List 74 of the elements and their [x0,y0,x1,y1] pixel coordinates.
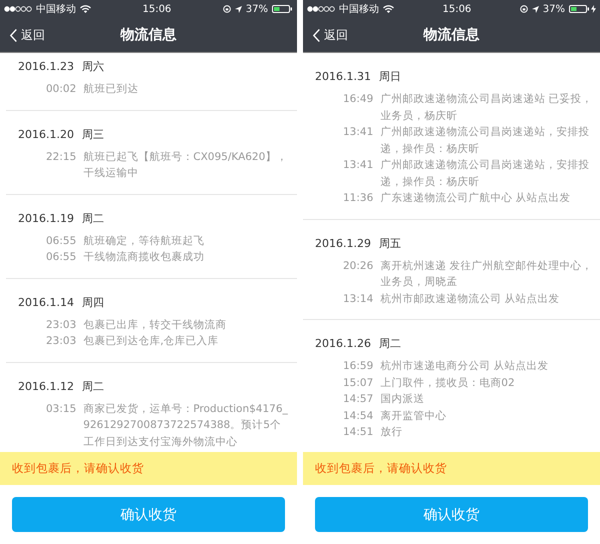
event-description: 广州邮政速递物流公司昌岗速递站，安排投递，操作员：杨庆昕 [380,125,590,156]
event-time: 13:14 [343,292,374,306]
event-description: 包裹已出库，转交干线物流商 [83,318,228,332]
weekday-label: 周五 [378,236,401,252]
event-description: 航班确定，等待航班起飞 [83,234,206,248]
event-description: 航班已到达 [83,82,140,97]
event-time: 13:41 [343,158,374,173]
event-time: 03:15 [46,402,76,416]
weekday-label: 周二 [378,336,401,352]
weekday-label: 周六 [82,59,104,75]
wifi-icon [383,5,394,13]
event-time: 23:03 [46,334,76,349]
battery-percent: 37% [542,4,565,14]
event-time: 16:59 [343,359,374,374]
event-time: 22:15 [46,150,76,164]
event-description: 上门取件，揽收员：电商02 [380,376,516,390]
weekday-label: 周二 [82,378,104,394]
back-button[interactable]: 返回 [313,26,348,44]
event-description: 广州邮政速递物流公司昌岗速递站 已妥投，业务员，杨庆昕 [380,92,594,124]
back-button[interactable]: 返回 [10,26,45,44]
event-description: 离开杭州速递 发往广州航空邮件处理中心，业务员，周晓孟 [380,258,594,290]
date-label: 2016.1.29 [315,236,371,252]
event-description: 国内派送 [380,392,426,407]
signal-icon [4,6,32,12]
weekday-label: 周二 [82,210,104,226]
date-label: 2016.1.23 [18,59,74,75]
weekday-label: 周日 [378,69,401,85]
event-description: 包裹已到达仓库,仓库已入库 [83,334,220,349]
page-title: 物流信息 [424,26,480,44]
rotation-lock-icon [222,5,231,13]
notice-banner: 收到包裹后，请确认收货 [0,452,297,485]
chevron-left-icon [313,28,320,42]
battery-percent: 37% [246,4,268,14]
carrier-name: 中国移动 [339,2,379,16]
event-time: 23:03 [46,318,76,332]
event-time: 14:57 [343,392,374,407]
event-description: 杭州市邮政速递物流公司 从站点出发 [380,292,561,306]
location-arrow-icon [532,6,539,12]
wifi-icon [80,5,91,13]
date-label: 2016.1.31 [315,69,371,85]
event-description: 干线物流商揽收包裹成功 [83,250,206,265]
event-time: 15:07 [343,376,374,390]
event-description: 商家已发货，运单号：Production$4176_9261292700873722574388。预计5个工作日到达支付宝海外物流中心 [83,402,289,450]
event-time: 00:02 [46,82,76,97]
carrier-name: 中国移动 [36,2,76,16]
event-description: 离开监管中心 [380,408,448,424]
notice-banner: 收到包裹后，请确认收货 [303,452,600,485]
event-time: 06:55 [46,234,76,248]
event-description: 广东速递物流公司广航中心 从站点出发 [380,191,572,206]
date-label: 2016.1.14 [18,294,74,310]
status-time: 15:06 [142,4,172,14]
weekday-label: 周四 [82,294,104,310]
event-time: 20:26 [343,258,374,274]
event-description: 放行 [380,425,404,440]
weekday-label: 周三 [82,126,104,142]
event-time: 16:49 [343,92,374,107]
event-description: 广州邮政速递物流公司昌岗速递站，安排投递，操作员：杨庆昕 [380,158,590,190]
chevron-left-icon [10,28,17,42]
page-title: 物流信息 [120,26,176,44]
signal-icon [307,6,335,12]
event-description: 杭州市速递电商分公司 从站点出发 [380,359,550,374]
event-time: 13:41 [343,125,374,140]
date-label: 2016.1.20 [18,126,74,142]
event-time: 11:36 [343,191,374,206]
date-label: 2016.1.12 [18,378,74,394]
rotation-lock-icon [520,5,528,13]
event-description: 航班已起飞【航班号：CX095/KA620】，干线运输中 [83,150,288,181]
event-time: 06:55 [46,250,76,265]
event-time: 14:54 [343,408,374,424]
event-time: 14:51 [343,425,374,440]
date-label: 2016.1.19 [18,210,74,226]
date-label: 2016.1.26 [315,336,371,352]
status-time: 15:06 [442,4,472,14]
location-arrow-icon [234,6,242,12]
